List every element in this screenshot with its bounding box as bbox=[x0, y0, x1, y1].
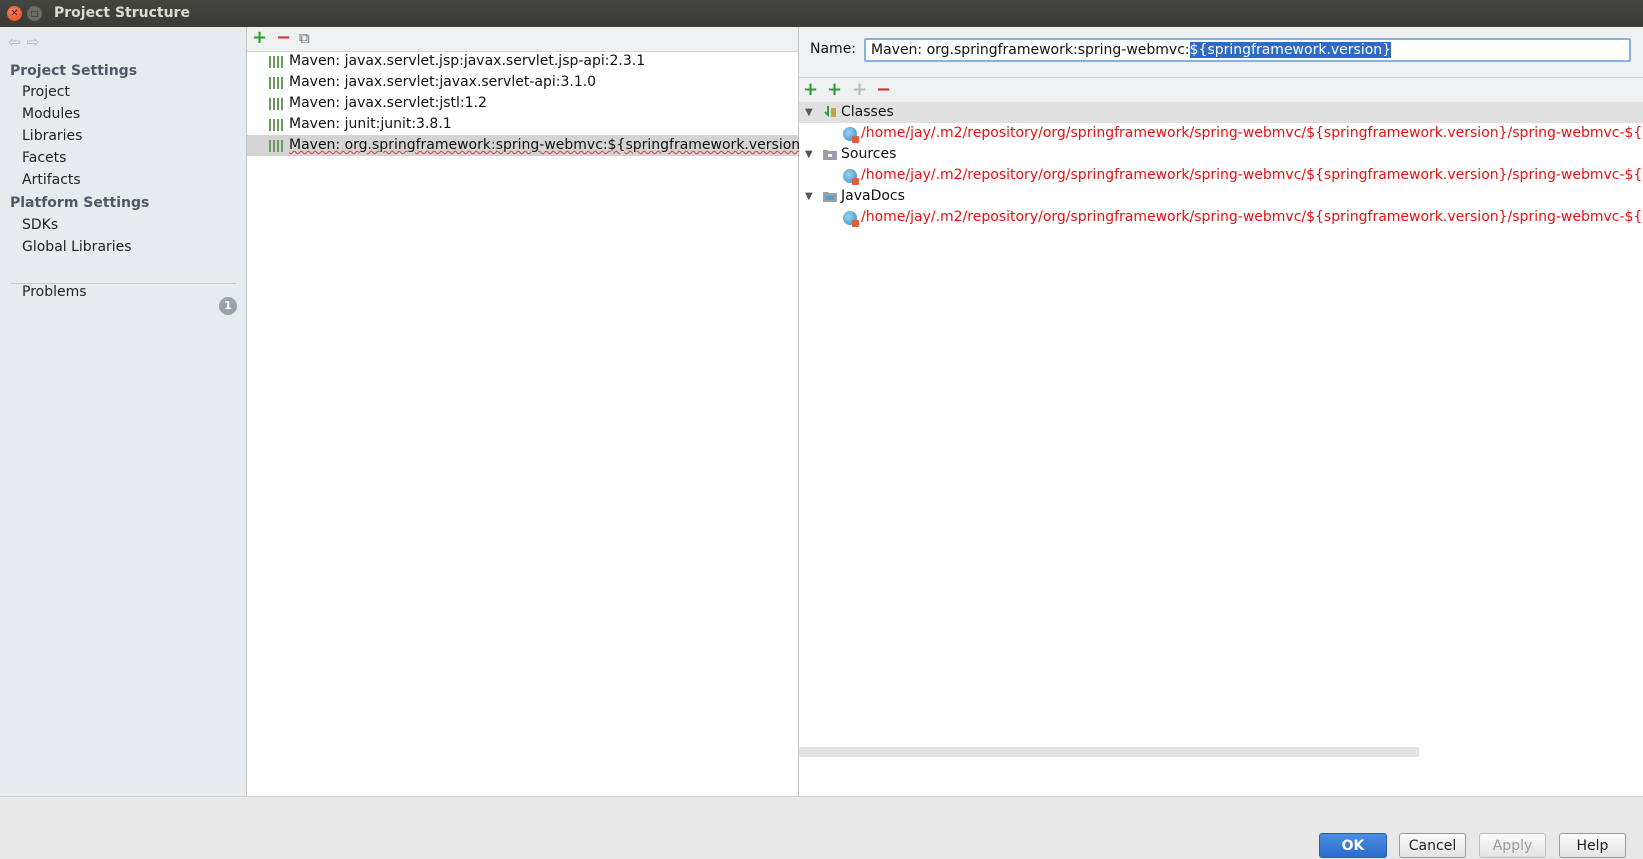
window-title: Project Structure bbox=[54, 5, 190, 21]
library-icon bbox=[269, 98, 283, 110]
javadoc-folder-icon bbox=[823, 192, 837, 202]
sidebar-item-libraries[interactable]: Libraries bbox=[22, 128, 82, 144]
expand-icon[interactable]: ▼ bbox=[805, 186, 813, 207]
back-arrow-icon[interactable]: ⇦ bbox=[8, 33, 27, 51]
maximize-icon[interactable]: □ bbox=[27, 6, 42, 21]
sidebar-item-modules[interactable]: Modules bbox=[22, 106, 80, 122]
library-label: Maven: javax.servlet:jstl:1.2 bbox=[289, 95, 487, 111]
library-row[interactable]: Maven: javax.servlet:javax.servlet-api:3… bbox=[247, 72, 798, 93]
sidebar: ⇦⇨ Project Settings Project Modules Libr… bbox=[0, 27, 247, 796]
library-label: Maven: javax.servlet:javax.servlet-api:3… bbox=[289, 74, 597, 90]
library-row[interactable]: Maven: javax.servlet.jsp:javax.servlet.j… bbox=[247, 51, 798, 72]
folder-icon bbox=[823, 150, 837, 160]
root-path: /home/jay/.m2/repository/org/springframe… bbox=[861, 167, 1643, 183]
remove-root-icon[interactable]: − bbox=[876, 80, 891, 100]
sidebar-item-artifacts[interactable]: Artifacts bbox=[22, 172, 81, 188]
add-library-icon[interactable]: + bbox=[252, 28, 267, 48]
javadocs-node[interactable]: ▼ JavaDocs bbox=[799, 186, 1643, 207]
horizontal-scrollbar[interactable] bbox=[799, 747, 1419, 757]
name-bar: Name: Maven: org.springframework:spring-… bbox=[799, 27, 1643, 78]
attach-root-icon[interactable]: + bbox=[827, 80, 842, 100]
library-list-toolbar: + − ⧉ bbox=[247, 27, 798, 52]
sources-node[interactable]: ▼ Sources bbox=[799, 144, 1643, 165]
library-list-panel: + − ⧉ Maven: javax.servlet.jsp:javax.ser… bbox=[247, 27, 809, 796]
jar-icon bbox=[843, 169, 859, 185]
jar-icon bbox=[843, 211, 859, 227]
library-row[interactable]: Maven: javax.servlet:jstl:1.2 bbox=[247, 93, 798, 114]
add-root-icon[interactable]: + bbox=[803, 80, 818, 100]
exclude-root-icon: + bbox=[852, 79, 868, 100]
library-row-selected[interactable]: Maven: org.springframework:spring-webmvc… bbox=[247, 135, 809, 156]
expand-icon[interactable]: ▼ bbox=[805, 102, 813, 123]
jar-icon bbox=[843, 127, 859, 143]
library-icon bbox=[269, 77, 283, 89]
library-name-input[interactable]: Maven: org.springframework:spring-webmvc… bbox=[864, 38, 1631, 62]
copy-library-icon[interactable]: ⧉ bbox=[299, 28, 310, 48]
sidebar-item-sdks[interactable]: SDKs bbox=[22, 217, 58, 233]
sidebar-item-global-libraries[interactable]: Global Libraries bbox=[22, 239, 132, 255]
name-value-selection: ${springframework.version} bbox=[1189, 42, 1392, 58]
root-path: /home/jay/.m2/repository/org/springframe… bbox=[861, 209, 1643, 225]
cancel-button[interactable]: Cancel bbox=[1399, 833, 1466, 858]
classes-icon bbox=[824, 106, 836, 118]
project-settings-heading: Project Settings bbox=[10, 63, 138, 79]
name-value-text: Maven: org.springframework:spring-webmvc… bbox=[871, 42, 1190, 58]
roots-toolbar: + + + − bbox=[799, 78, 1643, 104]
root-path: /home/jay/.m2/repository/org/springframe… bbox=[861, 125, 1643, 141]
library-label: Maven: javax.servlet.jsp:javax.servlet.j… bbox=[289, 53, 646, 69]
remove-library-icon[interactable]: − bbox=[276, 28, 291, 48]
nav-arrows: ⇦⇨ bbox=[8, 33, 45, 51]
library-label: Maven: org.springframework:spring-webmvc… bbox=[289, 137, 810, 153]
root-path-row[interactable]: /home/jay/.m2/repository/org/springframe… bbox=[799, 123, 1643, 144]
dialog-button-bar: OK Cancel Apply Help bbox=[0, 796, 1643, 858]
root-path-row[interactable]: /home/jay/.m2/repository/org/springframe… bbox=[799, 207, 1643, 228]
sidebar-item-facets[interactable]: Facets bbox=[22, 150, 66, 166]
library-icon bbox=[269, 140, 283, 152]
node-label: Sources bbox=[841, 146, 897, 162]
library-detail-panel: Name: Maven: org.springframework:spring-… bbox=[799, 27, 1643, 796]
library-label: Maven: junit:junit:3.8.1 bbox=[289, 116, 452, 132]
problems-count-badge: 1 bbox=[219, 297, 237, 315]
help-button[interactable]: Help bbox=[1559, 833, 1626, 858]
root-path-row[interactable]: /home/jay/.m2/repository/org/springframe… bbox=[799, 165, 1643, 186]
node-label: Classes bbox=[841, 104, 894, 120]
platform-settings-heading: Platform Settings bbox=[10, 195, 150, 211]
library-row[interactable]: Maven: junit:junit:3.8.1 bbox=[247, 114, 798, 135]
library-icon bbox=[269, 56, 283, 68]
close-icon[interactable]: ✕ bbox=[7, 6, 22, 21]
node-label: JavaDocs bbox=[841, 188, 905, 204]
apply-button: Apply bbox=[1479, 833, 1546, 858]
title-bar: ✕ □ Project Structure bbox=[0, 0, 1643, 27]
sidebar-item-project[interactable]: Project bbox=[22, 84, 70, 100]
forward-arrow-icon[interactable]: ⇨ bbox=[27, 33, 46, 51]
library-icon bbox=[269, 119, 283, 131]
sidebar-item-problems[interactable]: Problems bbox=[22, 284, 87, 300]
classes-node[interactable]: ▼ Classes bbox=[799, 102, 1643, 123]
expand-icon[interactable]: ▼ bbox=[805, 144, 813, 165]
ok-button[interactable]: OK bbox=[1319, 833, 1387, 858]
name-label: Name: bbox=[810, 41, 857, 57]
